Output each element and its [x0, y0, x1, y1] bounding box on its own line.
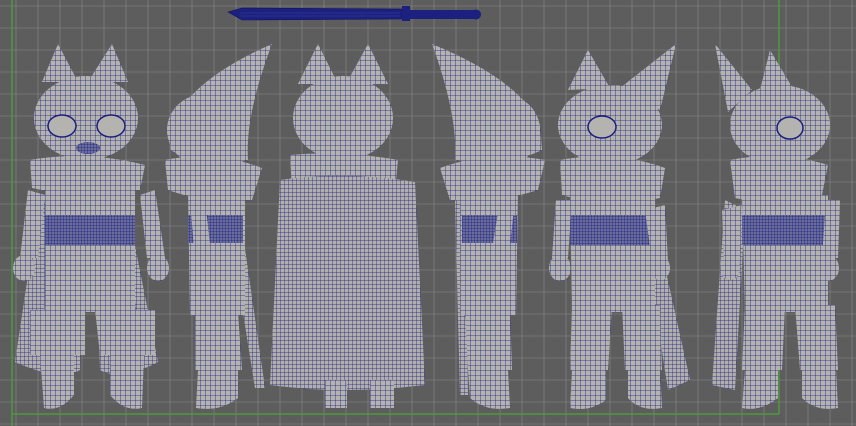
character-three-quarter-back-view[interactable]	[712, 44, 840, 409]
character-side-left-view[interactable]	[432, 44, 545, 409]
maya-viewport[interactable]	[0, 0, 856, 426]
character-three-quarter-front-view[interactable]	[549, 44, 690, 409]
sword-mesh-icon[interactable]	[227, 6, 481, 21]
character-front-view[interactable]	[13, 44, 169, 409]
character-back-view[interactable]	[270, 44, 425, 408]
character-side-right-view[interactable]	[165, 44, 272, 409]
viewport-canvas[interactable]	[0, 0, 856, 426]
